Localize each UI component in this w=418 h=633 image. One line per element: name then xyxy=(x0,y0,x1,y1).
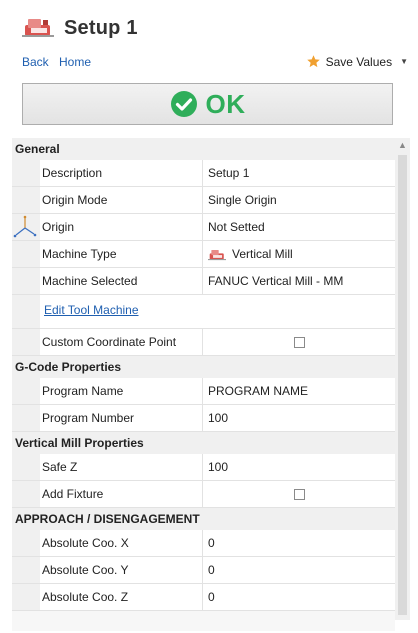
row-safe-z[interactable]: Safe Z 100 xyxy=(12,454,395,481)
prop-name: Program Number xyxy=(40,405,203,431)
row-gutter xyxy=(12,160,40,186)
row-gutter xyxy=(12,214,40,240)
category-vertical-mill[interactable]: Vertical Mill Properties xyxy=(12,432,395,454)
row-gutter xyxy=(12,329,40,355)
row-origin[interactable]: Origin Not Setted xyxy=(12,214,395,241)
absolute-x-value[interactable]: 0 xyxy=(203,530,395,556)
scroll-up-icon[interactable]: ▲ xyxy=(395,138,410,153)
row-program-name[interactable]: Program Name PROGRAM NAME xyxy=(12,378,395,405)
machine-icon xyxy=(208,249,226,260)
header: Setup 1 xyxy=(0,0,418,52)
back-link[interactable]: Back xyxy=(22,55,49,69)
row-edit-tool-machine: Edit Tool Machine xyxy=(12,295,395,329)
row-gutter xyxy=(12,481,40,507)
row-gutter xyxy=(12,530,40,556)
custom-coordinate-point-checkbox[interactable] xyxy=(293,336,305,348)
program-number-value[interactable]: 100 xyxy=(203,405,395,431)
add-fixture-value xyxy=(203,481,395,507)
navbar: Back Home Save Values ▼ xyxy=(0,52,418,76)
property-grid: General Description Setup 1 Origin Mode … xyxy=(12,138,395,631)
row-origin-mode[interactable]: Origin Mode Single Origin xyxy=(12,187,395,214)
prop-name: Origin Mode xyxy=(40,187,203,213)
row-gutter xyxy=(12,454,40,480)
row-program-number[interactable]: Program Number 100 xyxy=(12,405,395,432)
page-title: Setup 1 xyxy=(64,17,138,39)
row-description[interactable]: Description Setup 1 xyxy=(12,160,395,187)
custom-coordinate-point-value xyxy=(203,329,395,355)
category-general[interactable]: General xyxy=(12,138,395,160)
row-gutter xyxy=(12,241,40,267)
chevron-down-icon: ▼ xyxy=(400,57,408,66)
save-values-dropdown[interactable]: Save Values ▼ xyxy=(306,54,408,69)
prop-name: Description xyxy=(40,160,203,186)
prop-name: Machine Type xyxy=(40,241,203,267)
prop-name: Program Name xyxy=(40,378,203,404)
save-values-label: Save Values xyxy=(325,54,393,69)
row-gutter xyxy=(12,405,40,431)
prop-name: Add Fixture xyxy=(40,481,203,507)
machine-icon xyxy=(22,19,54,37)
prop-name: Origin xyxy=(40,214,203,240)
machine-type-value[interactable]: Vertical Mill xyxy=(203,241,395,267)
origin-value[interactable]: Not Setted xyxy=(203,214,395,240)
safe-z-value[interactable]: 100 xyxy=(203,454,395,480)
row-absolute-x[interactable]: Absolute Coo. X 0 xyxy=(12,530,395,557)
row-gutter xyxy=(12,584,40,610)
category-approach[interactable]: APPROACH / DISENGAGEMENT xyxy=(12,508,395,530)
row-absolute-y[interactable]: Absolute Coo. Y 0 xyxy=(12,557,395,584)
row-gutter xyxy=(12,187,40,213)
category-gcode[interactable]: G-Code Properties xyxy=(12,356,395,378)
absolute-z-value[interactable]: 0 xyxy=(203,584,395,610)
vertical-scrollbar[interactable]: ▲ xyxy=(395,138,410,620)
grid-empty-area xyxy=(12,611,395,631)
description-value[interactable]: Setup 1 xyxy=(203,160,395,186)
prop-name: Absolute Coo. Y xyxy=(40,557,203,583)
ok-button[interactable]: OK xyxy=(22,83,393,125)
axis-origin-icon xyxy=(13,215,37,238)
absolute-y-value[interactable]: 0 xyxy=(203,557,395,583)
machine-type-text: Vertical Mill xyxy=(232,247,293,261)
prop-name: Absolute Coo. X xyxy=(40,530,203,556)
program-name-value[interactable]: PROGRAM NAME xyxy=(203,378,395,404)
edit-tool-machine-link[interactable]: Edit Tool Machine xyxy=(40,295,139,328)
scroll-thumb[interactable] xyxy=(398,155,407,615)
row-gutter xyxy=(12,557,40,583)
row-gutter xyxy=(12,295,40,328)
check-circle-icon xyxy=(170,91,197,117)
row-machine-selected[interactable]: Machine Selected FANUC Vertical Mill - M… xyxy=(12,268,395,295)
home-link[interactable]: Home xyxy=(59,55,91,69)
prop-name: Custom Coordinate Point xyxy=(40,329,203,355)
row-machine-type[interactable]: Machine Type Vertical Mill xyxy=(12,241,395,268)
prop-name: Machine Selected xyxy=(40,268,203,294)
add-fixture-checkbox[interactable] xyxy=(293,488,305,500)
row-gutter xyxy=(12,268,40,294)
row-custom-coordinate-point[interactable]: Custom Coordinate Point xyxy=(12,329,395,356)
machine-selected-value[interactable]: FANUC Vertical Mill - MM xyxy=(203,268,395,294)
prop-name: Safe Z xyxy=(40,454,203,480)
ok-label: OK xyxy=(205,88,246,119)
row-add-fixture[interactable]: Add Fixture xyxy=(12,481,395,508)
row-absolute-z[interactable]: Absolute Coo. Z 0 xyxy=(12,584,395,611)
prop-name: Absolute Coo. Z xyxy=(40,584,203,610)
origin-mode-value[interactable]: Single Origin xyxy=(203,187,395,213)
row-gutter xyxy=(12,378,40,404)
star-icon xyxy=(306,55,320,68)
